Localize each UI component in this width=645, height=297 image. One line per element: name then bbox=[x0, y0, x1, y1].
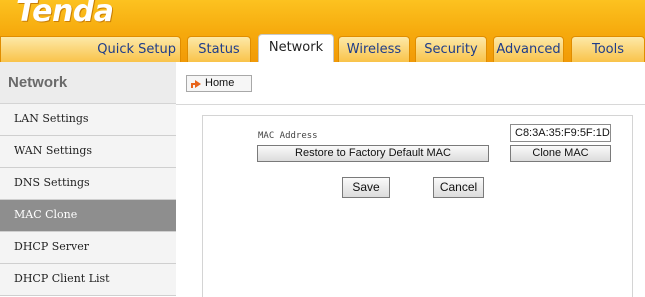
main-nav: Quick Setup Status Network Wireless Secu… bbox=[0, 34, 645, 62]
tenda-logo: Tenda bbox=[16, 0, 114, 29]
cancel-button[interactable]: Cancel bbox=[433, 177, 484, 198]
tab-advanced[interactable]: Advanced bbox=[493, 36, 564, 62]
home-button[interactable]: Home bbox=[186, 75, 252, 92]
tab-network[interactable]: Network bbox=[258, 34, 334, 62]
tab-security[interactable]: Security bbox=[415, 36, 487, 62]
sidebar-item-mac-clone[interactable]: MAC Clone bbox=[0, 200, 176, 232]
breadcrumb: Home bbox=[176, 62, 645, 105]
sidebar-item-dns-settings[interactable]: DNS Settings bbox=[0, 168, 176, 200]
sidebar-title: Network bbox=[0, 62, 176, 104]
clone-mac-button[interactable]: Clone MAC bbox=[510, 145, 611, 162]
mac-clone-panel: MAC Address Restore to Factory Default M… bbox=[202, 115, 633, 297]
tab-status[interactable]: Status bbox=[187, 36, 251, 62]
sidebar: Network LAN Settings WAN Settings DNS Se… bbox=[0, 62, 176, 296]
main-content: Home MAC Address Restore to Factory Defa… bbox=[176, 62, 645, 297]
restore-factory-mac-button[interactable]: Restore to Factory Default MAC bbox=[257, 145, 489, 162]
tab-wireless[interactable]: Wireless bbox=[338, 36, 410, 62]
mac-address-input[interactable] bbox=[510, 124, 611, 142]
mac-address-label: MAC Address bbox=[258, 131, 318, 141]
save-button[interactable]: Save bbox=[342, 177, 390, 198]
sidebar-item-dhcp-server[interactable]: DHCP Server bbox=[0, 232, 176, 264]
tab-quick-setup[interactable]: Quick Setup bbox=[0, 36, 181, 62]
sidebar-item-dhcp-client-list[interactable]: DHCP Client List bbox=[0, 264, 176, 296]
home-arrow-icon bbox=[191, 80, 201, 88]
home-label: Home bbox=[205, 77, 235, 89]
header-bar: Tenda Quick Setup Status Network Wireles… bbox=[0, 0, 645, 62]
tab-tools[interactable]: Tools bbox=[571, 36, 645, 62]
sidebar-item-wan-settings[interactable]: WAN Settings bbox=[0, 136, 176, 168]
sidebar-item-lan-settings[interactable]: LAN Settings bbox=[0, 104, 176, 136]
